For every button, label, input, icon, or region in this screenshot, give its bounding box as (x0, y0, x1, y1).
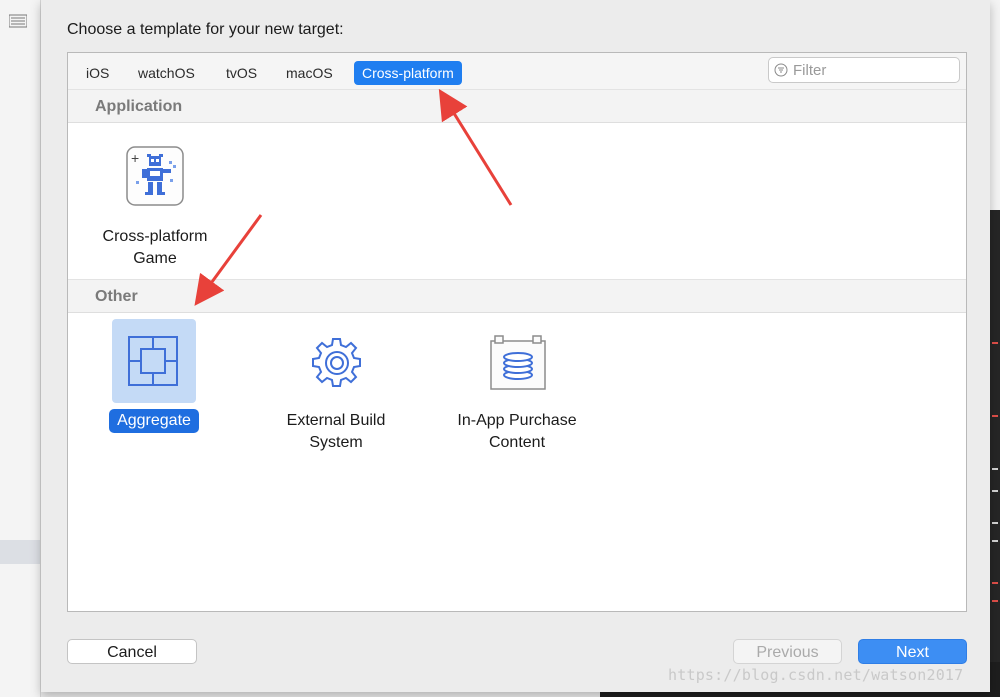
cancel-button[interactable]: Cancel (67, 639, 197, 664)
code-line (992, 468, 998, 470)
watermark: https://blog.csdn.net/watson2017 (668, 666, 964, 684)
tab-watchos[interactable]: watchOS (130, 61, 203, 85)
new-target-sheet: Choose a template for your new target: i… (41, 0, 990, 692)
background-selected-row (0, 540, 40, 564)
code-line (992, 490, 998, 492)
code-line (992, 522, 998, 524)
code-line (992, 540, 998, 542)
template-in-app-purchase-content[interactable]: In-App Purchase Content (442, 319, 592, 455)
tab-macos[interactable]: macOS (278, 61, 341, 85)
tab-ios[interactable]: iOS (78, 61, 117, 85)
game-robot-icon: + (126, 146, 184, 206)
template-icon-box (294, 319, 378, 403)
template-cross-platform-game[interactable]: + Cross-platform Game (80, 135, 230, 271)
section-header-application: Application (68, 89, 966, 123)
code-line (992, 415, 998, 417)
tab-cross-platform[interactable]: Cross-platform (354, 61, 462, 85)
previous-button[interactable]: Previous (733, 639, 842, 664)
background-sidebar (0, 0, 41, 697)
aggregate-icon (128, 336, 178, 386)
code-line (992, 342, 998, 344)
platform-tabbar: iOS watchOS tvOS macOS Cross-platform (68, 53, 966, 90)
template-icon-box (112, 319, 196, 403)
background-code-editor (990, 210, 1000, 697)
next-button[interactable]: Next (858, 639, 967, 664)
filter-field[interactable] (768, 57, 960, 83)
code-line (992, 600, 998, 602)
filter-icon (774, 63, 788, 77)
template-icon-box (475, 319, 559, 403)
section-header-other: Other (68, 279, 966, 313)
in-app-purchase-icon (490, 335, 546, 390)
filter-input[interactable] (793, 60, 953, 80)
tab-tvos[interactable]: tvOS (218, 61, 265, 85)
template-icon-box: + (113, 135, 197, 219)
template-external-build-system[interactable]: External Build System (261, 319, 411, 455)
template-panel: iOS watchOS tvOS macOS Cross-platform Ap… (67, 52, 967, 612)
section-title: Application (95, 98, 183, 115)
dialog-title: Choose a template for your new target: (67, 21, 344, 38)
template-aggregate[interactable]: Aggregate (79, 319, 229, 433)
list-icon (9, 14, 27, 28)
background-editor-edge (989, 0, 1000, 697)
template-label: Cross-platform Game (102, 228, 208, 267)
svg-text:+: + (131, 150, 139, 166)
template-label: External Build System (286, 412, 386, 451)
code-line (992, 582, 998, 584)
section-title: Other (95, 288, 138, 305)
gear-icon (312, 338, 361, 387)
template-label: In-App Purchase Content (457, 412, 577, 451)
template-label: Aggregate (109, 409, 199, 433)
